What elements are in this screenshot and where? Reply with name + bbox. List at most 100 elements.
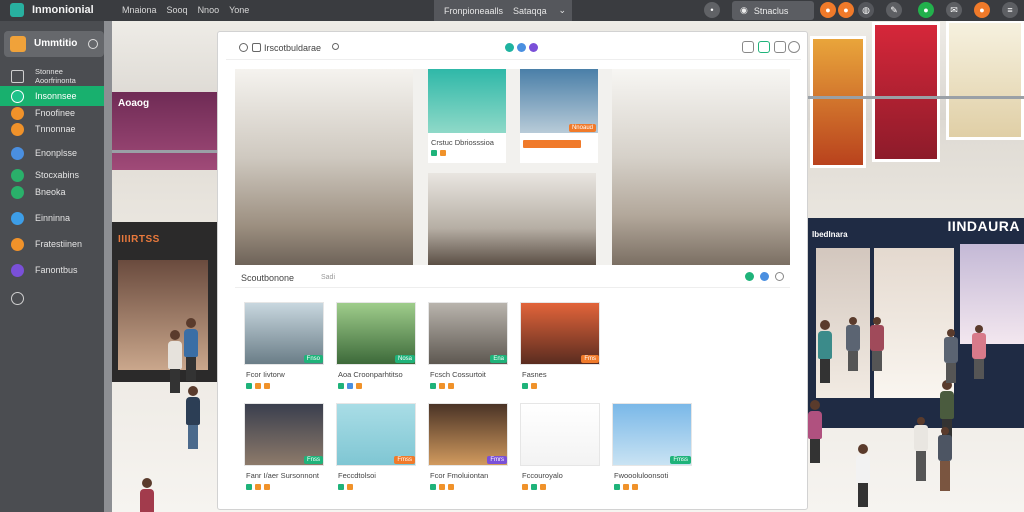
- back-button[interactable]: •: [704, 2, 720, 18]
- green-dot-icon[interactable]: [338, 484, 344, 490]
- sidebar-item-fanontbus[interactable]: Fanontbus: [0, 260, 112, 280]
- hero-tile[interactable]: Crstuc Dbriosssioa: [428, 69, 506, 163]
- sidebar-item-enonplsse[interactable]: Enonplsse: [0, 143, 112, 163]
- content-card[interactable]: Fmrs Fcor Fmoluiontan: [428, 403, 510, 498]
- panel-title: Irscotbuldarae: [264, 43, 322, 53]
- orange-bar-icon[interactable]: [523, 140, 581, 148]
- menu-item[interactable]: Sooq: [167, 5, 188, 15]
- chevron-down-icon[interactable]: ⌄: [558, 5, 566, 16]
- message-icon[interactable]: ✉: [946, 2, 962, 18]
- notification-icon[interactable]: ●: [820, 2, 836, 18]
- blue-dot-icon[interactable]: [347, 383, 353, 389]
- green-dot-icon[interactable]: [246, 383, 252, 389]
- hero-tile[interactable]: Nnoaud: [520, 69, 598, 163]
- image-icon[interactable]: [758, 41, 770, 53]
- orange-dot-icon[interactable]: [264, 383, 270, 389]
- hero-gallery: Crstuc Dbriosssioa Nnoaud: [235, 69, 790, 265]
- orange-dot-icon[interactable]: [439, 484, 445, 490]
- sidebar-header[interactable]: Ummtitio: [4, 31, 104, 57]
- green-dot-icon[interactable]: [522, 383, 528, 389]
- purple-badge-icon[interactable]: [529, 43, 538, 52]
- orange-dot-icon[interactable]: [448, 383, 454, 389]
- content-card[interactable]: Fnso Fcor Iivtorw: [244, 302, 326, 397]
- sidebar-item-einninna[interactable]: Einninna: [0, 208, 112, 228]
- teal-badge-icon[interactable]: [505, 43, 514, 52]
- orange-dot-icon[interactable]: [255, 484, 261, 490]
- content-card[interactable]: Fmss Fwoooluloonsoti: [612, 403, 694, 498]
- sidebar-item-fratestiinen[interactable]: Fratestiinen: [0, 234, 112, 254]
- center-tab[interactable]: Fronpioneaalls Sataqqa ⌄: [434, 0, 572, 21]
- alert-icon[interactable]: ●: [838, 2, 854, 18]
- green-dot-icon[interactable]: [246, 484, 252, 490]
- orange-dot-icon[interactable]: [448, 484, 454, 490]
- menu-item[interactable]: Yone: [229, 5, 249, 15]
- card-tag: Fnso: [303, 355, 323, 363]
- content-card[interactable]: Fmss Feccdtolsoi: [336, 403, 418, 498]
- sidebar-item-settings[interactable]: [0, 288, 112, 308]
- content-card[interactable]: Fccouroyalo: [520, 403, 602, 498]
- orange-dot-icon[interactable]: [632, 484, 638, 490]
- content-card[interactable]: Fnss Fanr I/aer Sursonnont: [244, 403, 326, 498]
- green-dot-icon[interactable]: [430, 484, 436, 490]
- sidebar-scrollbar[interactable]: [104, 21, 112, 512]
- minimize-icon[interactable]: [742, 41, 754, 53]
- tile-actions: [431, 150, 446, 156]
- orange-dot-icon[interactable]: [531, 383, 537, 389]
- sidebar-item-bneoka[interactable]: Bneoka: [0, 182, 112, 202]
- figure: [944, 329, 958, 383]
- card-actions: [246, 484, 270, 490]
- green-dot-icon[interactable]: [338, 383, 344, 389]
- orange-dot-icon[interactable]: [440, 150, 446, 156]
- status-pill[interactable]: ◉ Stnaclus: [732, 1, 814, 20]
- mall-corridor-photo[interactable]: [428, 173, 596, 265]
- sidebar-item-label: Fanontbus: [35, 265, 78, 275]
- sidebar-header-label: Ummtitio: [34, 38, 78, 49]
- top-bar: Inmonionial Mnaiona Sooq Nnoo Yone Fronp…: [0, 0, 1024, 21]
- green-dot-icon[interactable]: [614, 484, 620, 490]
- sidebar-item-label: Fratestiinen: [35, 239, 83, 249]
- globe-icon[interactable]: ◍: [858, 2, 874, 18]
- menu-item[interactable]: Mnaiona: [122, 5, 157, 15]
- balcony-sign: Aoaog: [118, 98, 150, 109]
- orange-dot-icon[interactable]: [439, 383, 445, 389]
- user-avatar-icon[interactable]: ●: [974, 2, 990, 18]
- content-card[interactable]: Nosa Aoa Croonparhtitso: [336, 302, 418, 397]
- sidebar-item-tnnonnae[interactable]: Tnnonnae: [0, 119, 112, 139]
- orange-dot-icon[interactable]: [255, 383, 261, 389]
- orange-dot-icon[interactable]: [347, 484, 353, 490]
- orange-dot-icon[interactable]: [623, 484, 629, 490]
- content-card[interactable]: Fms Fasnes: [520, 302, 602, 397]
- refresh-icon[interactable]: [788, 41, 800, 53]
- mall-atrium-photo[interactable]: [235, 69, 413, 265]
- green-action-icon[interactable]: [745, 272, 754, 281]
- blue-action-icon[interactable]: [760, 272, 769, 281]
- online-status-icon[interactable]: ●: [918, 2, 934, 18]
- orange-dot-icon[interactable]: [264, 484, 270, 490]
- green-icon: [11, 185, 24, 199]
- blue-badge-icon[interactable]: [517, 43, 526, 52]
- menu-icon[interactable]: ≡: [1002, 2, 1018, 18]
- orange-icon: [11, 106, 24, 120]
- green-dot-icon[interactable]: [431, 150, 437, 156]
- radio-icon[interactable]: [239, 43, 248, 52]
- refresh-icon[interactable]: [775, 272, 784, 281]
- settings-circle-icon[interactable]: [88, 39, 98, 49]
- poster: [946, 20, 1024, 140]
- orange-icon: [11, 122, 24, 136]
- orange-dot-icon[interactable]: [356, 383, 362, 389]
- content-card[interactable]: Ena Fcsch Cossurtoit: [428, 302, 510, 397]
- window-icon[interactable]: [774, 41, 786, 53]
- card-image: [520, 403, 600, 466]
- orange-dot-icon[interactable]: [540, 484, 546, 490]
- orange-dot-icon[interactable]: [522, 484, 528, 490]
- teal-icon: [11, 89, 24, 103]
- search-icon[interactable]: [332, 43, 339, 50]
- tools-icon[interactable]: ✎: [886, 2, 902, 18]
- sidebar: Ummtitio Stonnee Aoorfrinonta Insonnsee …: [0, 21, 112, 512]
- copy-icon[interactable]: [252, 43, 261, 52]
- green-dot-icon[interactable]: [531, 484, 537, 490]
- green-dot-icon[interactable]: [430, 383, 436, 389]
- menu-item[interactable]: Nnoo: [198, 5, 220, 15]
- posters: [808, 20, 1024, 170]
- mall-atrium-photo-right[interactable]: [612, 69, 790, 265]
